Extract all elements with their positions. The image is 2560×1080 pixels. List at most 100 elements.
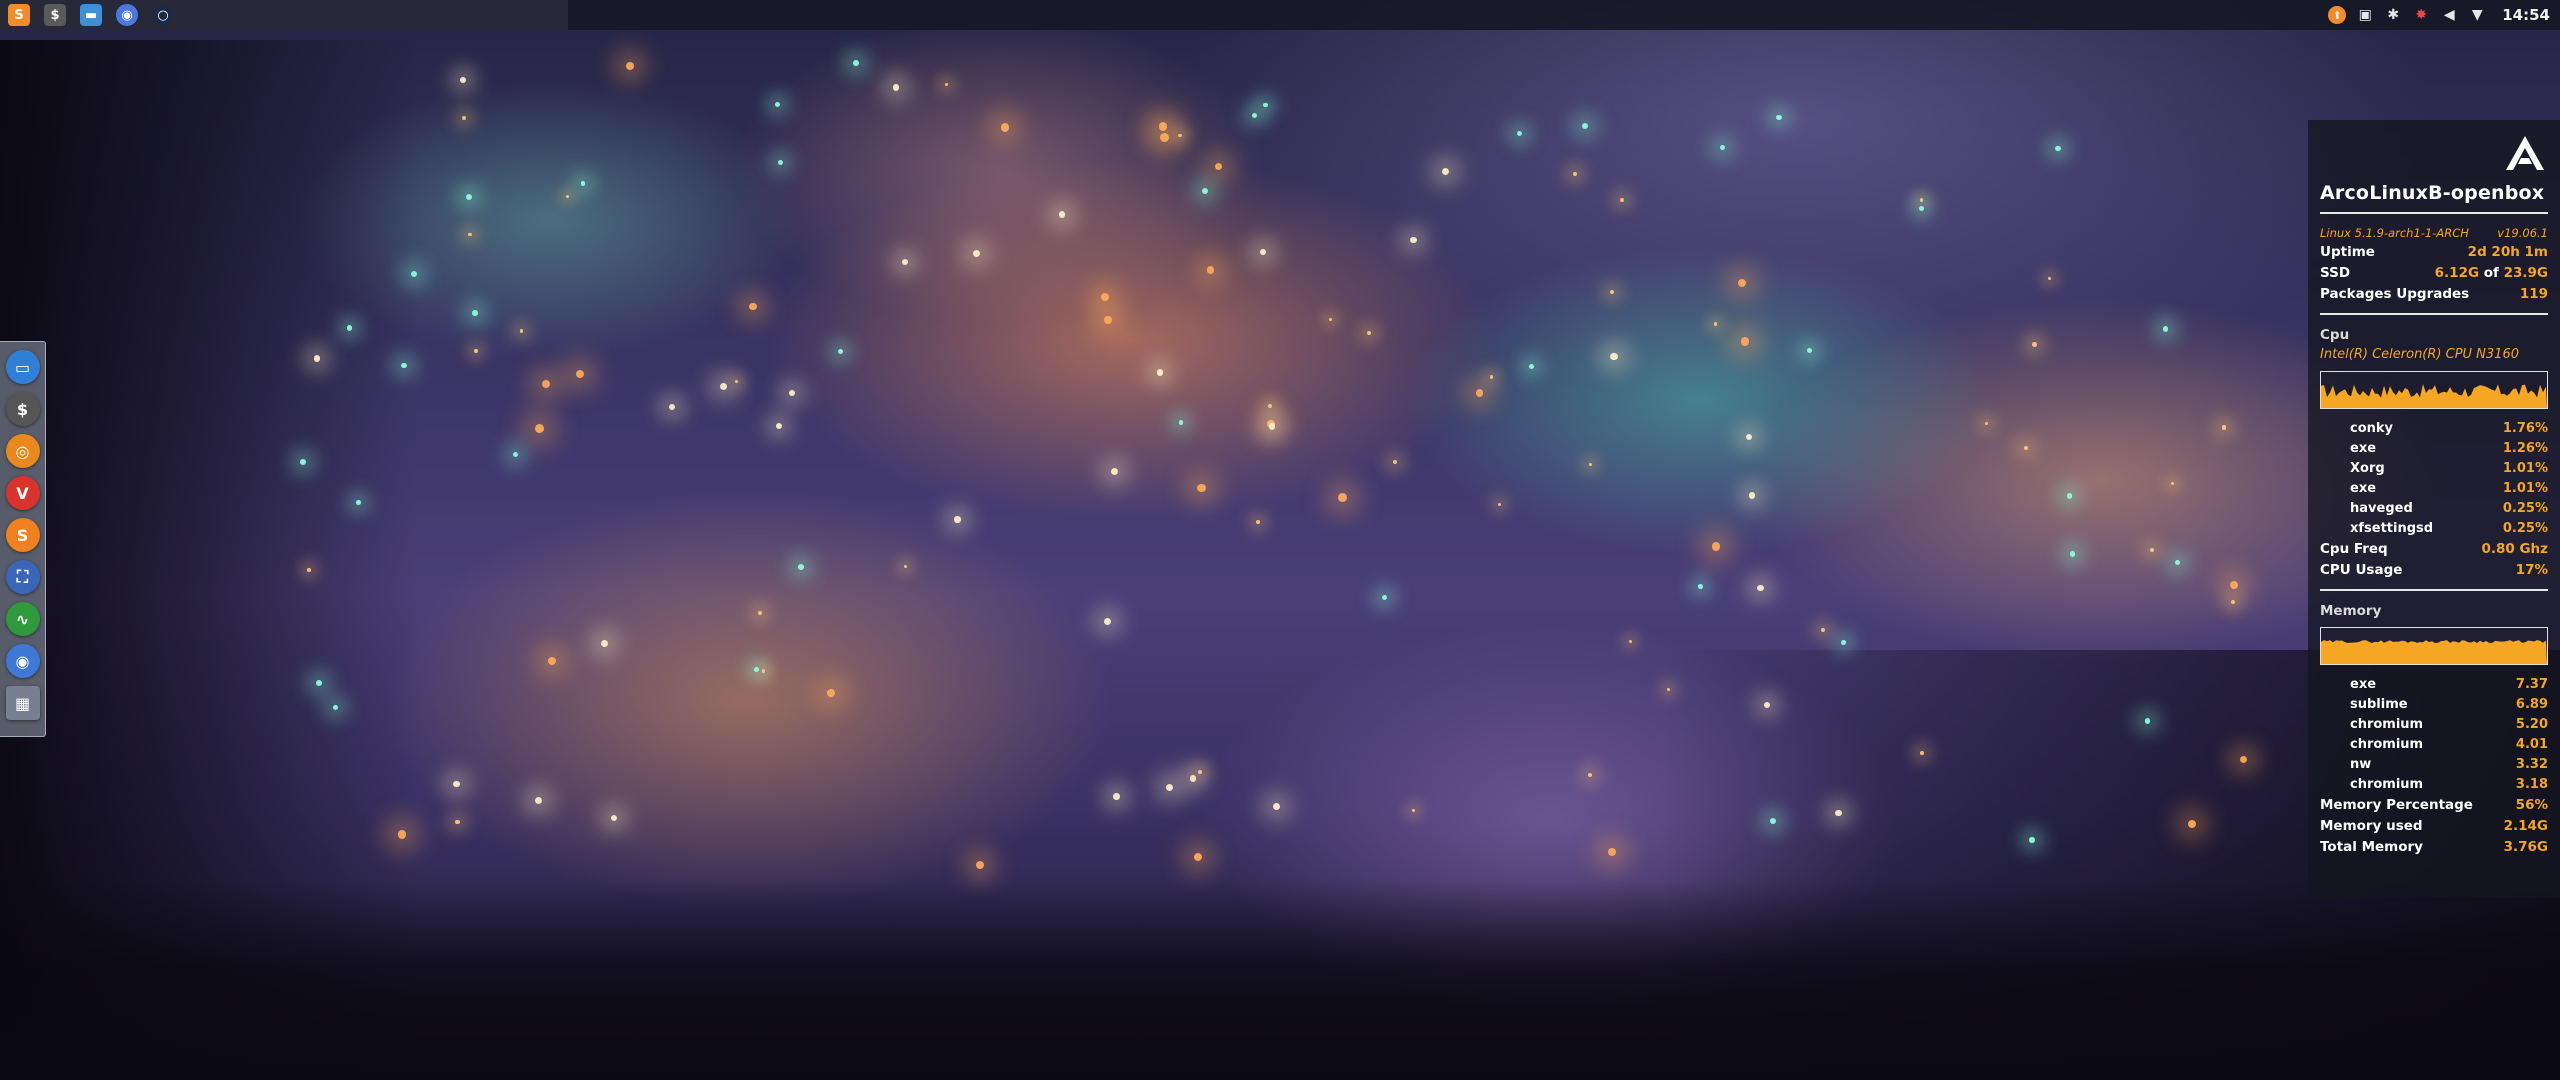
wallpaper-light: [735, 379, 739, 384]
process-row: exe 1.26%: [2320, 439, 2548, 459]
wallpaper-light: [1587, 773, 1592, 778]
wallpaper-light: [838, 349, 844, 355]
file-manager-launcher[interactable]: ▬: [80, 4, 102, 26]
wallpaper-light: [535, 424, 545, 433]
process-value: 6.89: [2515, 697, 2548, 712]
conky-cpuusage-row: CPU Usage 17%: [2320, 560, 2548, 581]
ssd-used: 6.12G: [2434, 265, 2480, 281]
chromium-icon: ◉: [121, 7, 133, 23]
wallpaper-light: [1269, 423, 1276, 430]
wallpaper-light: [1104, 316, 1113, 325]
process-value: 3.18: [2515, 777, 2548, 792]
wallpaper-light: [1382, 594, 1388, 601]
conky-ssd-row: SSD 6.12G of 23.9G: [2320, 263, 2548, 284]
wallpaper-light: [1610, 290, 1615, 295]
wallpaper-light: [1101, 293, 1109, 301]
terminal-glyph-icon: $: [16, 399, 29, 419]
panel-clock[interactable]: 14:54: [2502, 6, 2550, 24]
screenshot-dock-icon[interactable]: ⛶: [5, 560, 40, 594]
sublime-dock-icon[interactable]: S: [5, 518, 40, 552]
vivaldi-dock-icon[interactable]: V: [5, 476, 40, 510]
terminal-dock-icon[interactable]: $: [5, 392, 40, 426]
wallpaper-light: [1206, 266, 1215, 274]
process-row: chromium 3.18: [2320, 775, 2548, 795]
update-icon[interactable]: ⬆: [2328, 6, 2347, 24]
apps-glyph-icon: ▦: [14, 693, 31, 713]
wallpaper-light: [1770, 818, 1776, 824]
wallpaper-light: [1410, 236, 1417, 244]
wallpaper-light: [1918, 206, 1924, 212]
wallpaper-light: [1984, 421, 1989, 426]
wallpaper-light: [904, 564, 908, 569]
chromium-launcher[interactable]: ◉: [116, 4, 138, 26]
arcolinux-logo-icon: [2506, 136, 2544, 170]
process-value: 7.37: [2515, 677, 2548, 692]
process-value: 4.01: [2515, 737, 2548, 752]
wallpaper-light: [474, 349, 478, 353]
wallpaper-trees-bottom: [0, 880, 2560, 1080]
wallpaper-light: [1737, 278, 1747, 288]
wallpaper-light: [541, 379, 550, 388]
desktop-wallpaper: [0, 0, 2560, 1080]
system-monitor-dock-icon[interactable]: ∿: [5, 602, 40, 636]
process-value: 0.25%: [2502, 521, 2548, 536]
sublime-glyph-icon: S: [16, 525, 29, 545]
process-row: haveged 0.25%: [2320, 499, 2548, 519]
conky-packages-row: Packages Upgrades 119: [2320, 284, 2548, 305]
wallpaper-light: [2230, 580, 2239, 589]
process-name: conky: [2350, 421, 2394, 436]
sublime-launcher[interactable]: S: [8, 4, 30, 26]
wallpaper-light: [467, 232, 472, 237]
conky-memtotal-row: Total Memory 3.76G: [2320, 837, 2548, 858]
ubuntu-dock-icon[interactable]: ◎: [5, 434, 40, 468]
wallpaper-light: [2175, 559, 2181, 565]
wallpaper-light: [1919, 198, 1923, 202]
wallpaper-light: [1268, 403, 1273, 409]
wallpaper-light: [1113, 793, 1120, 800]
wallpaper-light: [2047, 276, 2051, 280]
wallpaper-light: [1835, 810, 1842, 817]
wallpaper-light: [853, 60, 860, 66]
wallpaper-light: [625, 62, 635, 71]
dark-launcher[interactable]: ○: [152, 4, 174, 26]
dark-icon: ○: [157, 7, 169, 23]
wallpaper-light: [1711, 542, 1721, 552]
bluetooth-icon[interactable]: ✱: [2384, 6, 2402, 24]
wallpaper-light: [775, 101, 781, 107]
wallpaper-light: [1272, 803, 1280, 811]
graph-area: [2321, 384, 2547, 408]
wallpaper-light: [1197, 769, 1202, 774]
wifi-icon[interactable]: ▼: [2468, 6, 2486, 24]
wallpaper-light: [1259, 248, 1267, 256]
apps-dock-icon[interactable]: ▦: [5, 686, 40, 720]
wallpaper-light: [761, 669, 766, 674]
wallpaper-light: [313, 355, 321, 362]
cpu-graph: [2320, 371, 2548, 409]
cpu-process-list: conky 1.76% exe 1.26% Xorg 1.01% exe 1.01% haveg…: [2320, 419, 2548, 539]
wallpaper-light: [954, 516, 961, 523]
chromium-glyph-icon: ◉: [15, 651, 30, 671]
volume-icon[interactable]: ◀: [2440, 6, 2458, 24]
settings-icon[interactable]: ✸: [2412, 6, 2430, 24]
wallpaper-light: [346, 325, 353, 331]
wallpaper-light: [1338, 493, 1348, 502]
screenshot-icon[interactable]: ▣: [2356, 6, 2374, 24]
wallpaper-light: [1000, 123, 1010, 132]
graph-area: [2321, 640, 2547, 664]
process-row: chromium 5.20: [2320, 715, 2548, 735]
file-manager-dock-icon[interactable]: ▭: [5, 350, 40, 384]
memory-section-title: Memory: [2320, 603, 2382, 619]
distro-version: v19.06.1: [2497, 226, 2548, 240]
terminal-launcher[interactable]: $: [44, 4, 66, 26]
wallpaper-light: [459, 77, 466, 84]
process-value: 5.20: [2515, 717, 2548, 732]
wallpaper-light: [1619, 198, 1625, 203]
wallpaper-light: [976, 861, 985, 870]
chromium-dock-icon[interactable]: ◉: [5, 644, 40, 678]
wallpaper-light: [316, 680, 323, 686]
wallpaper-light: [1740, 336, 1750, 346]
wallpaper-light: [2032, 342, 2037, 347]
ssd-label: SSD: [2320, 265, 2351, 281]
process-name: xfsettingsd: [2350, 521, 2434, 536]
wallpaper-light: [1103, 618, 1111, 626]
